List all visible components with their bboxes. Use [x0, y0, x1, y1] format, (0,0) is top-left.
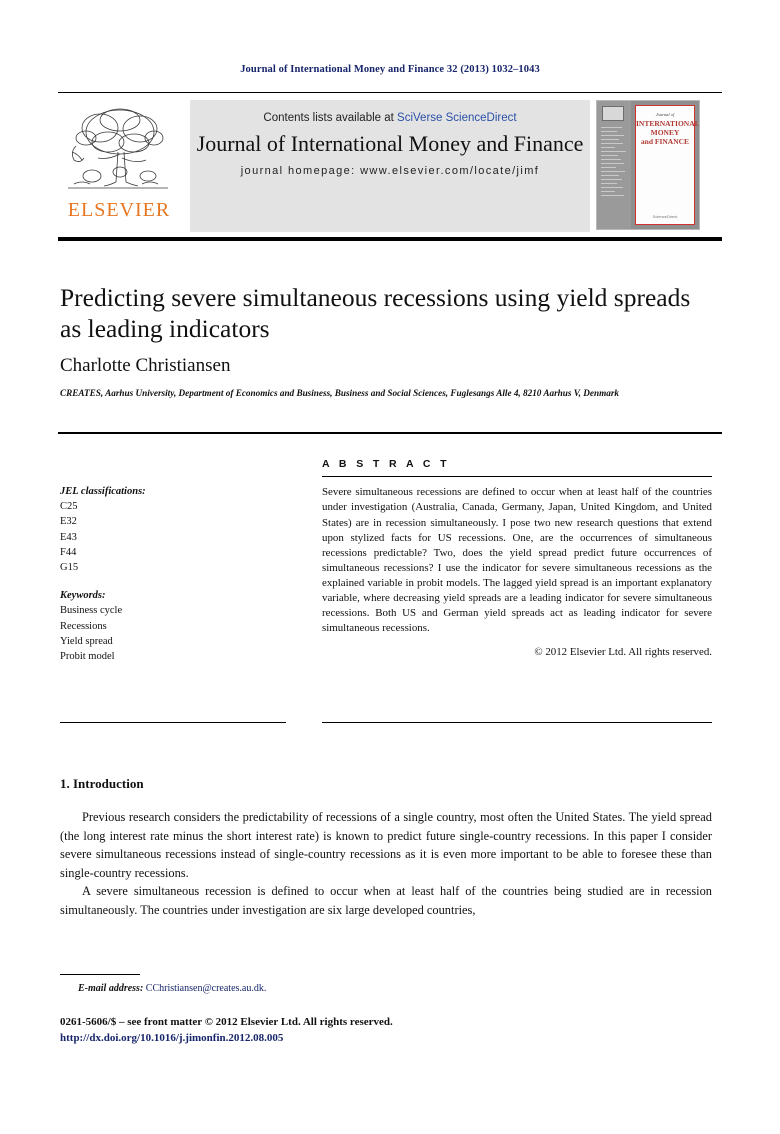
cover-journal-of: Journal of [655, 112, 675, 117]
journal-homepage[interactable]: journal homepage: www.elsevier.com/locat… [190, 165, 590, 177]
keyword-item: Yield spread [60, 635, 113, 647]
section-heading-introduction: 1. Introduction [60, 776, 144, 791]
abstract-section-divider [58, 432, 722, 434]
section-body: Previous research considers the predicta… [60, 808, 712, 920]
header-divider [58, 92, 722, 93]
jel-code: F44 [60, 546, 77, 558]
jel-heading: JEL classifications: [60, 486, 146, 497]
keyword-item: Business cycle [60, 605, 123, 617]
page-title: Predicting severe simultaneous recession… [60, 283, 691, 343]
article-first-page: Journal of International Money and Finan… [0, 0, 780, 1134]
abstract-heading: A B S T R A C T [322, 458, 450, 470]
footnote-email: E-mail address: CChristiansen@creates.au… [78, 983, 266, 994]
elsevier-wordmark: ELSEVIER [67, 199, 171, 221]
abstract-column-bottom-rule [322, 722, 712, 723]
footnote-rule [60, 974, 140, 975]
cover-front-panel: Journal of INTERNATIONAL MONEY and FINAN… [635, 105, 700, 225]
journal-masthead: ELSEVIER Contents lists available at Sci… [58, 100, 722, 234]
email-link[interactable]: CChristiansen@creates.au.dk. [146, 983, 267, 994]
cover-publisher-mark [602, 106, 624, 121]
running-head: Journal of International Money and Finan… [240, 64, 540, 75]
issn-line: 0261-5606/$ – see front matter © 2012 El… [60, 1016, 393, 1028]
author-affiliation: CREATES, Aarhus University, Department o… [60, 388, 620, 398]
masthead-bottom-bar [58, 237, 722, 241]
info-column-bottom-rule [60, 722, 286, 723]
keyword-item: Probit model [60, 651, 115, 663]
article-info-column: JEL classifications: C25 E32 E43 F44 G15… [60, 484, 290, 664]
email-label: E-mail address: [78, 983, 144, 994]
keyword-item: Recessions [60, 620, 107, 632]
journal-cover-thumbnail: Journal of INTERNATIONAL MONEY and FINAN… [596, 100, 702, 232]
jel-code: E43 [60, 531, 77, 543]
elsevier-logo: ELSEVIER [58, 100, 186, 232]
cover-left-column [597, 101, 631, 229]
contents-prefix: Contents lists available at [263, 112, 394, 124]
cover-toc-lines [601, 127, 627, 199]
author-name: Charlotte Christiansen [60, 355, 231, 376]
sciencedirect-link[interactable]: SciVerse ScienceDirect [397, 112, 517, 124]
journal-title: Journal of International Money and Finan… [196, 131, 584, 156]
elsevier-tree-icon [68, 108, 168, 189]
abstract-body: Severe simultaneous recessions are defin… [322, 486, 712, 635]
body-paragraph: Previous research considers the predicta… [60, 810, 712, 880]
abstract-copyright: © 2012 Elsevier Ltd. All rights reserved… [534, 646, 712, 659]
contents-list-line: Contents lists available at SciVerse Sci… [190, 112, 590, 124]
abstract-heading-rule [322, 476, 712, 478]
jel-code: G15 [60, 562, 79, 574]
keywords-heading: Keywords: [60, 590, 106, 602]
jel-code: E32 [60, 516, 77, 528]
jel-code: C25 [60, 501, 78, 513]
cover-title-line3: and FINANCE [640, 137, 690, 146]
abstract-column: A B S T R A C T Severe simultaneous rece… [322, 458, 712, 658]
cover-title-line2: MONEY [650, 128, 680, 137]
cover-footer: ScienceDirect [652, 214, 678, 219]
cover-title-line1: INTERNATIONAL [636, 119, 700, 128]
masthead-center: Contents lists available at SciVerse Sci… [190, 100, 590, 232]
doi-link[interactable]: http://dx.doi.org/10.1016/j.jimonfin.201… [60, 1032, 283, 1044]
body-paragraph: A severe simultaneous recession is defin… [60, 884, 712, 917]
